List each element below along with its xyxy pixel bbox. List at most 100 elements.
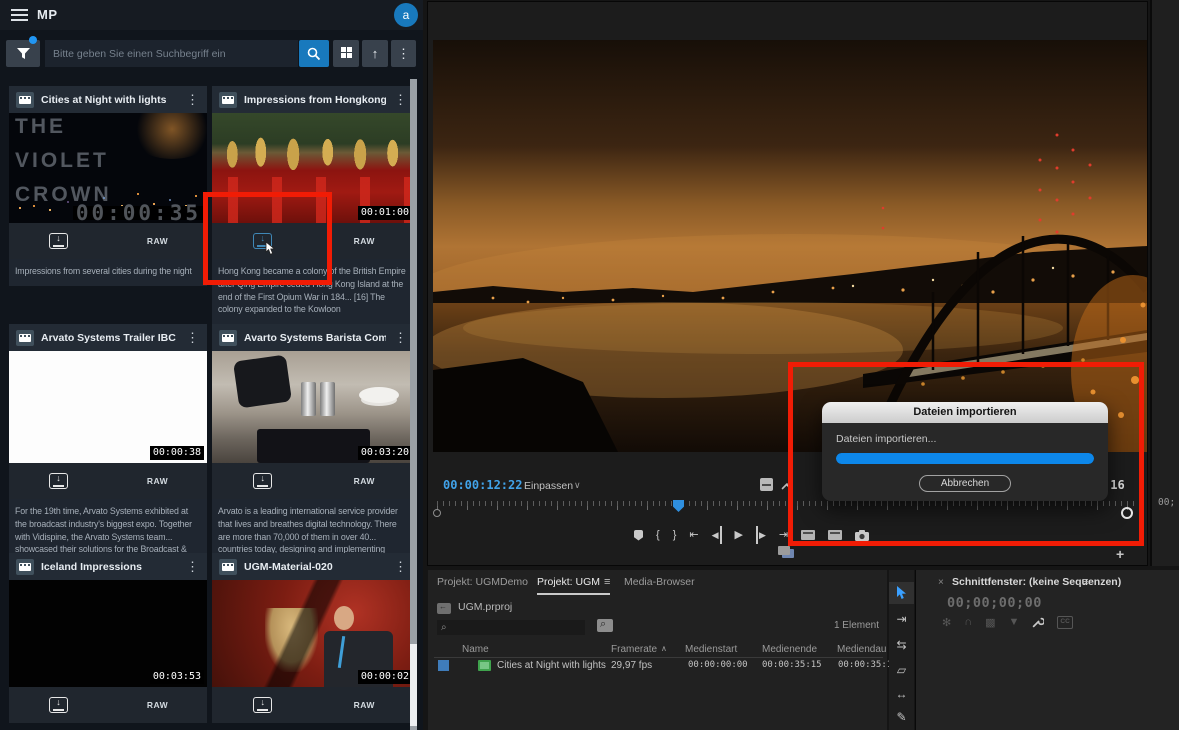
wrench-icon[interactable]	[1032, 616, 1044, 629]
snap-magnet-icon[interactable]: ∩	[964, 616, 972, 629]
card-description: Impressions from several cities during t…	[9, 259, 207, 286]
marker-icon[interactable]: ▼	[1009, 616, 1020, 629]
tools-panel: ⇥ ⇆ ▱ ↔ ✎ ▭	[889, 570, 914, 730]
step-forward-button[interactable]: ▶	[756, 526, 766, 544]
card-actions: RAW	[9, 463, 207, 499]
card-thumbnail[interactable]: 00:00:38	[9, 351, 207, 463]
download-icon[interactable]	[253, 697, 272, 713]
tab-projekt-ugmdemo[interactable]: Projekt: UGMDemo	[437, 576, 528, 588]
clip-framerate: 29,97 fps	[611, 660, 652, 671]
tab-projekt-ugm[interactable]: Projekt: UGM	[537, 576, 600, 588]
scrollbar-track[interactable]	[410, 79, 417, 730]
download-icon[interactable]	[49, 233, 68, 249]
mark-out-button[interactable]: }	[673, 526, 677, 544]
panel-menu-icon[interactable]: ≡	[1082, 576, 1088, 588]
search-icon: ⌕	[441, 622, 447, 633]
ripple-edit-tool[interactable]: ⇆	[889, 634, 914, 656]
toolbar-menu-button[interactable]: ⋮	[391, 40, 416, 67]
zoom-fit-dropdown[interactable]: Einpassen	[524, 480, 573, 492]
download-icon[interactable]	[253, 473, 272, 489]
search-button[interactable]	[299, 40, 329, 67]
card-thumbnail[interactable]: 00:03:53	[9, 580, 207, 687]
search-input[interactable]	[45, 40, 298, 67]
steel-pitcher	[301, 382, 316, 416]
column-mediendauer[interactable]: Mediendau	[837, 644, 886, 655]
avatar[interactable]: a	[394, 3, 418, 27]
export-frame-button[interactable]	[855, 530, 869, 541]
video-preview[interactable]	[433, 40, 1147, 452]
media-card[interactable]: Cities at Night with lights ⋮ THE VIOLET…	[9, 86, 207, 286]
media-portal-panel: MP a ↑ ⋮ Cities at Night with l	[0, 0, 423, 730]
sort-up-icon[interactable]: ∧	[661, 644, 667, 653]
zoom-handle-right[interactable]	[1121, 507, 1133, 519]
column-medienstart[interactable]: Medienstart	[685, 644, 737, 655]
up-arrow-icon: ↑	[372, 46, 379, 61]
captions-icon[interactable]: CC	[1057, 616, 1072, 629]
grid-view-button[interactable]	[333, 40, 359, 67]
nest-icon[interactable]: ✻	[942, 616, 951, 629]
add-marker-button[interactable]	[634, 530, 643, 541]
goto-out-button[interactable]: ⇥	[779, 526, 788, 544]
city-lights	[19, 207, 21, 209]
card-title: Avarto Systems Barista Competition	[244, 332, 386, 344]
zoom-handle-left[interactable]	[433, 509, 441, 517]
media-card[interactable]: UGM-Material-020 ⋮ 00:00:02 RAW	[212, 553, 415, 723]
table-divider	[434, 657, 883, 658]
filter-button[interactable]	[6, 40, 40, 67]
card-menu-icon[interactable]: ⋮	[178, 330, 207, 346]
mark-in-button[interactable]: {	[656, 526, 660, 544]
search-in-folder-icon[interactable]	[597, 619, 613, 632]
clip-name[interactable]: Cities at Night with lights	[497, 660, 606, 671]
output-settings-icon[interactable]	[760, 478, 773, 491]
cancel-button[interactable]: Abbrechen	[919, 475, 1011, 492]
monitor-timeline-ruler[interactable]	[437, 501, 1138, 511]
card-header: Impressions from Hongkong ⋮	[212, 86, 415, 113]
download-icon[interactable]	[49, 473, 68, 489]
drag-video-icon[interactable]	[778, 546, 790, 555]
card-thumbnail[interactable]: 00:03:20	[212, 351, 415, 463]
rectangle-tool[interactable]: ▭	[889, 722, 914, 730]
clip-thumbnail-icon	[478, 660, 491, 671]
menu-icon[interactable]	[11, 9, 28, 21]
selection-tool[interactable]	[889, 582, 914, 604]
scrollbar-thumb[interactable]	[410, 644, 417, 726]
card-menu-icon[interactable]: ⋮	[178, 559, 207, 575]
upload-button[interactable]: ↑	[362, 40, 388, 67]
project-search-input[interactable]	[437, 620, 585, 635]
media-card[interactable]: Avarto Systems Barista Competition ⋮ 00:…	[212, 324, 415, 564]
track-select-tool[interactable]: ⇥	[889, 608, 914, 630]
step-back-button[interactable]: ◀	[712, 526, 722, 544]
video-clip-icon	[16, 559, 34, 575]
project-file-name[interactable]: UGM.prproj	[458, 601, 512, 613]
settings-wrench-icon[interactable]	[781, 479, 792, 490]
column-name[interactable]: Name	[462, 644, 489, 655]
funnel-icon	[17, 48, 30, 60]
button-editor-plus[interactable]: +	[1116, 546, 1124, 562]
play-button[interactable]: ▶	[735, 526, 743, 544]
close-icon[interactable]: ×	[938, 577, 944, 588]
overwrite-button[interactable]	[828, 530, 842, 540]
column-framerate[interactable]: Framerate	[611, 644, 657, 655]
card-thumbnail[interactable]: 00:01:00	[212, 113, 415, 223]
slip-tool[interactable]: ↔	[889, 683, 914, 705]
panel-menu-icon[interactable]: ≡	[604, 576, 610, 588]
clip-color-label[interactable]	[438, 660, 449, 671]
media-card[interactable]: Iceland Impressions ⋮ 00:03:53 RAW	[9, 553, 207, 723]
download-icon[interactable]	[49, 697, 68, 713]
media-card[interactable]: Arvato Systems Trailer IBC 2018 ⋮ 00:00:…	[9, 324, 207, 564]
media-card[interactable]: Impressions from Hongkong ⋮ 00:01:00 RAW…	[212, 86, 415, 324]
card-thumbnail[interactable]: THE VIOLET CROWN 00:00:35	[9, 113, 207, 223]
tab-media-browser[interactable]: Media-Browser	[624, 576, 695, 588]
goto-in-button[interactable]: ⇤	[689, 526, 698, 544]
card-actions: RAW	[212, 223, 415, 259]
card-menu-icon[interactable]: ⋮	[178, 92, 207, 108]
plates	[359, 387, 399, 403]
search-icon	[307, 47, 321, 61]
column-medienende[interactable]: Medienende	[762, 644, 817, 655]
steel-pitcher	[320, 382, 335, 416]
razor-tool[interactable]: ▱	[889, 659, 914, 681]
linked-selection-icon[interactable]: ▩	[985, 616, 995, 629]
card-thumbnail[interactable]: 00:00:02	[212, 580, 415, 687]
folder-up-icon[interactable]	[437, 603, 451, 614]
insert-button[interactable]	[801, 530, 815, 540]
